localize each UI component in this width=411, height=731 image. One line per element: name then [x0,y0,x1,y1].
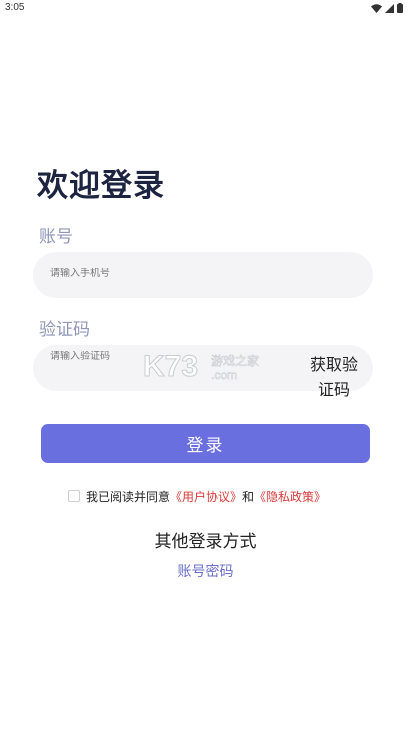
agreement-row: 我已阅读并同意 《用户协议》 和 《隐私政策》 [68,488,326,504]
agreement-conjunction: 和 [242,489,255,504]
login-screen: 3:05 欢迎登录 账号 验证码 K73 游戏之家 .com 获取验证码 登录 … [0,0,411,731]
agreement-checkbox[interactable] [68,490,80,502]
phone-input[interactable] [50,268,290,279]
code-label: 验证码 [39,320,90,340]
get-code-button[interactable]: 获取验证码 [304,352,364,402]
user-agreement-link[interactable]: 《用户协议》 [170,488,242,505]
login-button[interactable]: 登录 [41,424,370,463]
password-login-link[interactable]: 账号密码 [0,561,411,581]
signal-icon [385,3,394,13]
code-input[interactable] [50,351,290,362]
status-time: 3:05 [5,2,25,13]
agreement-prefix: 我已阅读并同意 [86,489,171,504]
page-title: 欢迎登录 [37,168,165,204]
status-icons [371,3,403,13]
status-bar: 3:05 [0,0,411,16]
battery-icon [397,3,403,13]
other-login-title: 其他登录方式 [154,532,257,552]
privacy-policy-link[interactable]: 《隐私政策》 [254,488,326,505]
account-label: 账号 [39,227,73,247]
phone-input-container [33,252,373,298]
wifi-icon [371,3,382,13]
